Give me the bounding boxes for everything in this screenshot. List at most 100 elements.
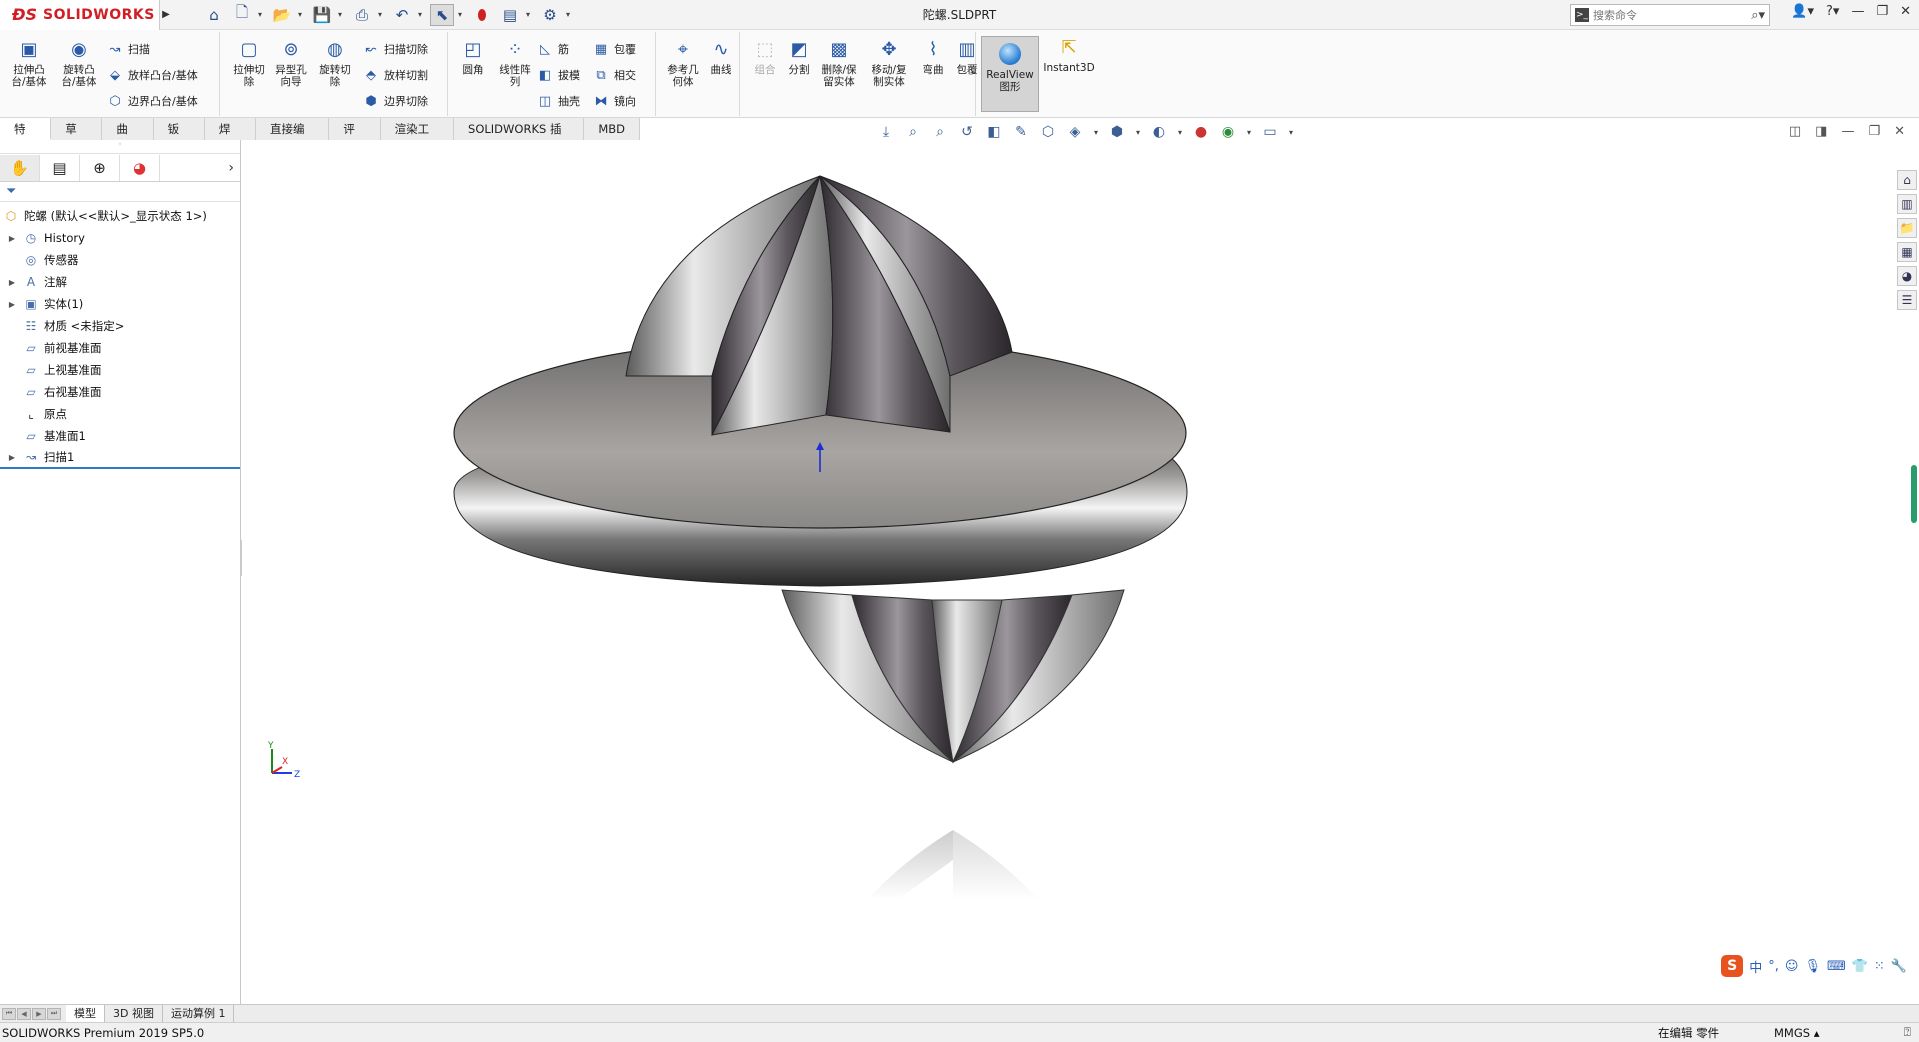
ime-apps-icon[interactable]: ⁙ [1874, 959, 1885, 974]
save-icon[interactable]: 💾 [310, 4, 334, 26]
print-icon[interactable]: ⎙ [350, 4, 374, 26]
shell-button[interactable]: ◫ 抽壳 [536, 90, 580, 112]
view-orientation-icon[interactable]: ⬡ [1038, 122, 1058, 142]
ime-keyboard-icon[interactable]: ⌨ [1827, 959, 1846, 974]
fillet-button[interactable]: ◰ 圆角 [450, 38, 496, 77]
mirror-button[interactable]: ⧓ 镜向 [592, 90, 637, 112]
sweep-cut-button[interactable]: ↜ 扫描切除 [362, 38, 428, 60]
search-icon[interactable]: ⌕▾ [1751, 8, 1765, 23]
display-monitor-icon[interactable]: ▭ [1260, 122, 1280, 142]
rebuild-icon[interactable]: ⬮ [470, 4, 494, 26]
panel-grip[interactable]: ◦ [0, 140, 240, 154]
section-view-icon[interactable]: ◧ [984, 122, 1004, 142]
user-icon[interactable]: 👤▾ [1791, 4, 1814, 19]
file-properties-dropdown-icon[interactable]: ▾ [526, 10, 534, 19]
select-dropdown-icon[interactable]: ▾ [458, 10, 466, 19]
curves-button[interactable]: ∿ 曲线 [698, 38, 744, 77]
minimize-icon[interactable]: — [1851, 4, 1864, 19]
more-tabs-icon[interactable]: › [228, 160, 234, 176]
sogou-ime-icon[interactable]: S [1721, 955, 1744, 977]
viewport-prev-icon[interactable]: ◫ [1789, 124, 1801, 139]
prev-tab-icon[interactable]: ◀ [17, 1007, 31, 1020]
tab-sketch[interactable]: 草图 [51, 118, 103, 158]
scrollbar-thumb[interactable] [1911, 465, 1917, 523]
zoom-to-area-icon[interactable]: ⌕ [930, 122, 950, 142]
open-dropdown-icon[interactable]: ▾ [298, 10, 306, 19]
loft-boss-button[interactable]: ⬙ 放样凸台/基体 [106, 64, 198, 86]
view-palette-icon[interactable]: ▦ [1897, 242, 1917, 262]
display-style-dropdown-icon[interactable]: ▾ [1092, 122, 1100, 142]
tree-item-origin[interactable]: ⌞ 原点 [0, 403, 240, 425]
pan-icon[interactable]: ⤓ [876, 122, 896, 142]
open-icon[interactable]: 📂 [270, 4, 294, 26]
tree-item-sweep1[interactable]: ▶ ↝ 扫描1 [0, 447, 240, 469]
custom-properties-icon[interactable]: ☰ [1897, 290, 1917, 310]
first-tab-icon[interactable]: ⏮ [2, 1007, 16, 1020]
new-dropdown-icon[interactable]: ▾ [258, 10, 266, 19]
revolve-boss-button[interactable]: ◉ 旋转凸 台/基体 [56, 38, 102, 89]
configuration-manager-tab[interactable]: ⊕ [80, 154, 120, 181]
tab-model[interactable]: 模型 [66, 1005, 105, 1022]
tab-3d-views[interactable]: 3D 视图 [105, 1005, 163, 1022]
move-copy-body-button[interactable]: ✥ 移动/复 制实体 [866, 38, 912, 89]
tab-motion-study[interactable]: 运动算例 1 [163, 1005, 235, 1022]
revolve-cut-button[interactable]: ◍ 旋转切 除 [312, 38, 358, 89]
tab-sheet-metal[interactable]: 钣金 [153, 118, 205, 158]
undo-icon[interactable]: ↶ [390, 4, 414, 26]
edit-appearance-icon[interactable]: ◐ [1149, 122, 1169, 142]
instant3d-button[interactable]: ⇱ Instant3D [1040, 36, 1098, 75]
tree-item-material[interactable]: ☷ 材质 <未指定> [0, 315, 240, 337]
display-style-icon[interactable]: ◈ [1065, 122, 1085, 142]
file-explorer-icon[interactable]: 📁 [1897, 218, 1917, 238]
restore-icon[interactable]: ❐ [1876, 4, 1888, 19]
dynamic-annotation-icon[interactable]: ✎ [1011, 122, 1031, 142]
tree-filter[interactable]: ⏷ [0, 182, 240, 202]
tab-surfaces[interactable]: 曲面 [102, 118, 154, 158]
units-selector[interactable]: MMGS ▴ [1774, 1026, 1820, 1040]
ime-emoji-icon[interactable]: ☺ [1785, 959, 1799, 974]
tab-evaluate[interactable]: 评估 [329, 118, 381, 158]
linear-pattern-button[interactable]: ⁘ 线性阵 列 [492, 38, 538, 89]
solidworks-logo[interactable]: ƉS SOLIDWORKS [0, 0, 160, 30]
delete-keep-body-button[interactable]: ▩ 删除/保 留实体 [816, 38, 862, 89]
menu-expand-icon[interactable]: ▶ [160, 0, 172, 30]
expand-arrow-icon[interactable]: ▶ [6, 300, 18, 309]
view-settings-icon[interactable]: ◉ [1218, 122, 1238, 142]
ime-language-indicator[interactable]: 中 [1749, 957, 1762, 976]
viewport-close-icon[interactable]: ✕ [1894, 124, 1905, 139]
close-icon[interactable]: ✕ [1900, 4, 1911, 19]
ime-voice-icon[interactable]: 🎙 [1804, 959, 1821, 974]
viewport-minimize-icon[interactable]: — [1841, 124, 1854, 139]
zoom-to-fit-icon[interactable]: ⌕ [903, 122, 923, 142]
select-pointer-icon[interactable]: ⬉ [430, 3, 454, 26]
next-tab-icon[interactable]: ▶ [32, 1007, 46, 1020]
tree-item-plane1[interactable]: ▱ 基准面1 [0, 425, 240, 447]
apply-scene-icon[interactable]: ● [1191, 122, 1211, 142]
tree-item-top-plane[interactable]: ▱ 上视基准面 [0, 359, 240, 381]
wrap-button[interactable]: ▦ 包覆 [592, 38, 636, 60]
expand-arrow-icon[interactable]: ▶ [6, 453, 18, 462]
property-manager-tab[interactable]: ▤ [40, 154, 80, 181]
view-settings-dropdown-icon[interactable]: ▾ [1245, 122, 1253, 142]
home-icon[interactable]: ⌂ [202, 4, 226, 26]
appearance-dropdown-icon[interactable]: ▾ [1176, 122, 1184, 142]
extrude-cut-button[interactable]: ▢ 拉伸切 除 [226, 38, 272, 89]
expand-arrow-icon[interactable]: ▶ [6, 278, 18, 287]
monitor-dropdown-icon[interactable]: ▾ [1287, 122, 1295, 142]
graphics-area[interactable]: Y X Z ⌂ ▥ 📁 ▦ ◕ ☰ S 中 °, ☺ 🎙 ⌨ 👕 ⁙ 🔧 [242, 140, 1919, 1004]
tree-item-solid-bodies[interactable]: ▶ ▣ 实体(1) [0, 293, 240, 315]
draft-button[interactable]: ◧ 拔模 [536, 64, 580, 86]
design-library-icon[interactable]: ▥ [1897, 194, 1917, 214]
last-tab-icon[interactable]: ⏭ [47, 1007, 61, 1020]
tab-features[interactable]: 特征 [0, 118, 52, 158]
new-document-icon[interactable]: 🗋 [230, 3, 254, 26]
quick-tips-icon[interactable]: ⍰ [1904, 1025, 1911, 1040]
tab-solidworks-addins[interactable]: SOLIDWORKS 插件 [454, 118, 585, 158]
tab-mbd[interactable]: MBD [584, 118, 640, 140]
sweep-button[interactable]: ↝ 扫描 [106, 38, 150, 60]
previous-view-icon[interactable]: ↺ [957, 122, 977, 142]
loft-cut-button[interactable]: ⬘ 放样切割 [362, 64, 428, 86]
tree-item-right-plane[interactable]: ▱ 右视基准面 [0, 381, 240, 403]
help-icon[interactable]: ?▾ [1826, 4, 1839, 19]
expand-arrow-icon[interactable]: ▶ [6, 234, 18, 243]
